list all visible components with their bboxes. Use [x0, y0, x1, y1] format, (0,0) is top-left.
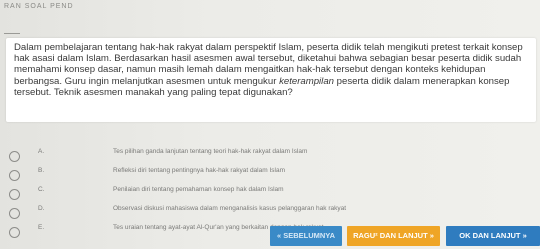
question-text: Dalam pembelajaran tentang hak-hak rakya… — [14, 42, 532, 98]
option-letter: D. — [38, 205, 45, 212]
question-text-emphasis: keterampilan — [279, 75, 334, 87]
radio-button-d[interactable] — [9, 208, 20, 219]
doubtful-next-button[interactable]: RAGU² DAN LANJUT » — [347, 226, 440, 246]
question-card: Dalam pembelajaran tentang hak-hak rakya… — [6, 38, 536, 122]
ok-next-button[interactable]: OK DAN LANJUT » — [446, 226, 540, 246]
radio-button-e[interactable] — [9, 227, 20, 238]
radio-button-c[interactable] — [9, 189, 20, 200]
radio-button-b[interactable] — [9, 170, 20, 181]
previous-button[interactable]: « SEBELUMNYA — [270, 226, 342, 246]
option-letter: B. — [38, 167, 45, 174]
option-text: Refleksi diri tentang pentingnya hak-hak… — [113, 167, 285, 174]
navigation-bar: « SEBELUMNYA RAGU² DAN LANJUT » OK DAN L… — [270, 226, 540, 246]
option-text: Tes pilihan ganda lanjutan tentang teori… — [113, 148, 308, 155]
option-text: Penilaian diri tentang pemahaman konsep … — [113, 186, 284, 193]
divider — [4, 33, 20, 34]
option-letter: C. — [38, 186, 45, 193]
option-text: Observasi diskusi mahasiswa dalam mengan… — [113, 205, 347, 212]
option-letter: A. — [38, 148, 45, 155]
option-letter: E. — [38, 224, 45, 231]
exam-page: RAN SOAL PEND Dalam pembelajaran tentang… — [0, 0, 540, 249]
page-header: RAN SOAL PEND — [4, 3, 74, 10]
radio-button-a[interactable] — [9, 151, 20, 162]
